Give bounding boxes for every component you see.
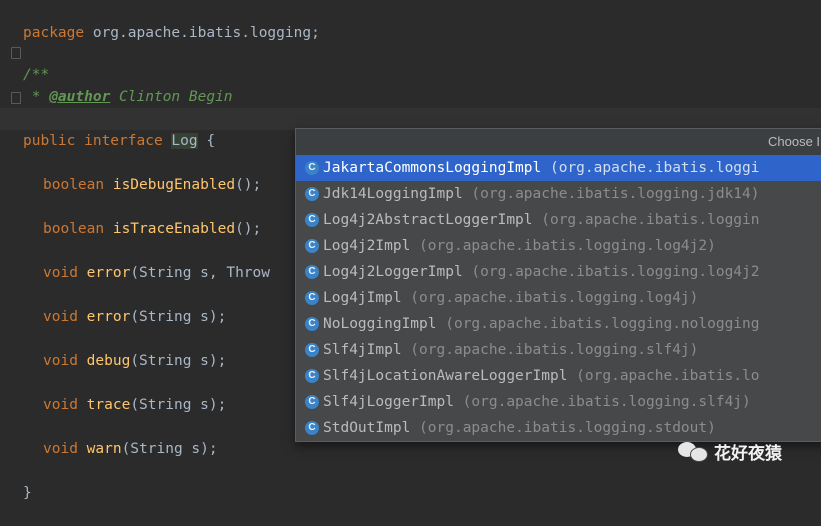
class-icon: C bbox=[305, 239, 319, 253]
implementation-label: JakartaCommonsLoggingImpl (org.apache.ib… bbox=[323, 155, 760, 181]
class-name: Log4jImpl bbox=[323, 290, 402, 306]
return-type: void bbox=[43, 309, 78, 325]
class-icon: C bbox=[305, 421, 319, 435]
return-type: boolean bbox=[43, 177, 105, 193]
implementation-label: Log4jImpl (org.apache.ibatis.logging.log… bbox=[323, 285, 698, 311]
class-name: StdOutImpl bbox=[323, 420, 411, 436]
class-name: JakartaCommonsLoggingImpl bbox=[323, 160, 542, 176]
method-params: (String s, Throw bbox=[130, 265, 270, 281]
package-path: (org.apache.ibatis.logging.log4j) bbox=[401, 290, 699, 306]
implementation-label: Slf4jLoggerImpl (org.apache.ibatis.loggi… bbox=[323, 389, 751, 415]
code-line: */ bbox=[0, 86, 821, 127]
interface-name: Log bbox=[171, 133, 198, 149]
implementation-label: Log4j2Impl (org.apache.ibatis.logging.lo… bbox=[323, 233, 716, 259]
class-name: Slf4jLoggerImpl bbox=[323, 394, 454, 410]
implementation-label: Log4j2AbstractLoggerImpl (org.apache.iba… bbox=[323, 207, 760, 233]
class-name: Log4j2Impl bbox=[323, 238, 411, 254]
class-icon: C bbox=[305, 317, 319, 331]
return-type: void bbox=[43, 397, 78, 413]
package-path: (org.apache.ibatis.loggin bbox=[532, 212, 760, 228]
implementation-label: NoLoggingImpl (org.apache.ibatis.logging… bbox=[323, 311, 760, 337]
method-params: (); bbox=[235, 177, 262, 193]
code-line: package org.apache.ibatis.logging; bbox=[0, 0, 821, 41]
package-path: (org.apache.ibatis.logging.slf4j) bbox=[401, 342, 699, 358]
wechat-logo-icon bbox=[678, 440, 708, 462]
implementation-item[interactable]: C Slf4jLoggerImpl (org.apache.ibatis.logg… bbox=[296, 389, 821, 415]
implementation-item[interactable]: C Slf4jImpl (org.apache.ibatis.logging.sl… bbox=[296, 337, 821, 363]
implementation-item[interactable]: C JakartaCommonsLoggingImpl (org.apache.i… bbox=[296, 155, 821, 181]
implementation-item[interactable]: C Log4jImpl (org.apache.ibatis.logging.lo… bbox=[296, 285, 821, 311]
implementation-item[interactable]: C Slf4jLocationAwareLoggerImpl (org.apach… bbox=[296, 363, 821, 389]
package-path: (org.apache.ibatis.lo bbox=[567, 368, 760, 384]
class-name: Slf4jLocationAwareLoggerImpl bbox=[323, 368, 568, 384]
method-name: error bbox=[86, 265, 131, 281]
class-name: Log4j2AbstractLoggerImpl bbox=[323, 212, 533, 228]
method-params: (String s); bbox=[130, 397, 227, 413]
package-path: (org.apache.ibatis.logging.nologging bbox=[436, 316, 760, 332]
class-icon: C bbox=[305, 343, 319, 357]
method-name: isTraceEnabled bbox=[112, 221, 236, 237]
choose-implementation-popup[interactable]: Choose I C JakartaCommonsLoggingImpl (org… bbox=[295, 128, 821, 442]
class-icon: C bbox=[305, 369, 319, 383]
package-name: org.apache.ibatis.logging; bbox=[84, 25, 320, 41]
implementation-label: Log4j2LoggerImpl (org.apache.ibatis.logg… bbox=[323, 259, 760, 285]
watermark-text: 花好夜猿 bbox=[714, 443, 782, 464]
return-type: void bbox=[43, 265, 78, 281]
class-icon: C bbox=[305, 213, 319, 227]
current-line: public interface Log { bbox=[0, 108, 821, 149]
method-params: (); bbox=[235, 221, 262, 237]
class-name: Slf4jImpl bbox=[323, 342, 402, 358]
class-icon: C bbox=[305, 187, 319, 201]
keyword: public interface bbox=[23, 133, 163, 149]
class-name: Jdk14LoggingImpl bbox=[323, 186, 463, 202]
method-name: debug bbox=[86, 353, 131, 369]
closing-brace: } bbox=[23, 485, 32, 501]
code-line: * @author Clinton Begin bbox=[0, 64, 821, 105]
return-type: void bbox=[43, 353, 78, 369]
implementation-item[interactable]: C Log4j2AbstractLoggerImpl (org.apache.ib… bbox=[296, 207, 821, 233]
implementation-label: Slf4jLocationAwareLoggerImpl (org.apache… bbox=[323, 363, 760, 389]
method-name: error bbox=[86, 309, 131, 325]
implementation-item[interactable]: C Jdk14LoggingImpl (org.apache.ibatis.log… bbox=[296, 181, 821, 207]
package-path: (org.apache.ibatis.logging.stdout) bbox=[410, 420, 716, 436]
package-path: (org.apache.ibatis.logging.log4j2 bbox=[462, 264, 760, 280]
method-params: (String s); bbox=[130, 353, 227, 369]
package-path: (org.apache.ibatis.loggi bbox=[541, 160, 760, 176]
method-params: (String s); bbox=[130, 309, 227, 325]
class-name: NoLoggingImpl bbox=[323, 316, 437, 332]
brace: { bbox=[197, 133, 216, 149]
method-name: isDebugEnabled bbox=[112, 177, 236, 193]
package-path: (org.apache.ibatis.logging.log4j2) bbox=[410, 238, 716, 254]
class-icon: C bbox=[305, 291, 319, 305]
implementation-list[interactable]: C JakartaCommonsLoggingImpl (org.apache.i… bbox=[296, 155, 821, 441]
method-name: warn bbox=[86, 441, 122, 457]
implementation-label: Jdk14LoggingImpl (org.apache.ibatis.logg… bbox=[323, 181, 760, 207]
class-icon: C bbox=[305, 265, 319, 279]
implementation-item[interactable]: C Log4j2LoggerImpl (org.apache.ibatis.log… bbox=[296, 259, 821, 285]
class-icon: C bbox=[305, 395, 319, 409]
code-line: /** bbox=[0, 42, 821, 83]
method-params: (String s); bbox=[121, 441, 218, 457]
implementation-label: Slf4jImpl (org.apache.ibatis.logging.slf… bbox=[323, 337, 698, 363]
return-type: void bbox=[43, 441, 78, 457]
implementation-label: StdOutImpl (org.apache.ibatis.logging.st… bbox=[323, 415, 716, 441]
package-path: (org.apache.ibatis.logging.slf4j) bbox=[453, 394, 751, 410]
class-icon: C bbox=[305, 161, 319, 175]
method-name: trace bbox=[86, 397, 131, 413]
watermark: 花好夜猿 bbox=[678, 438, 782, 464]
class-name: Log4j2LoggerImpl bbox=[323, 264, 463, 280]
package-path: (org.apache.ibatis.logging.jdk14) bbox=[462, 186, 760, 202]
implementation-item[interactable]: C NoLoggingImpl (org.apache.ibatis.loggin… bbox=[296, 311, 821, 337]
return-type: boolean bbox=[43, 221, 105, 237]
keyword: package bbox=[23, 25, 85, 41]
implementation-item[interactable]: C Log4j2Impl (org.apache.ibatis.logging.l… bbox=[296, 233, 821, 259]
popup-title: Choose I bbox=[296, 129, 821, 155]
